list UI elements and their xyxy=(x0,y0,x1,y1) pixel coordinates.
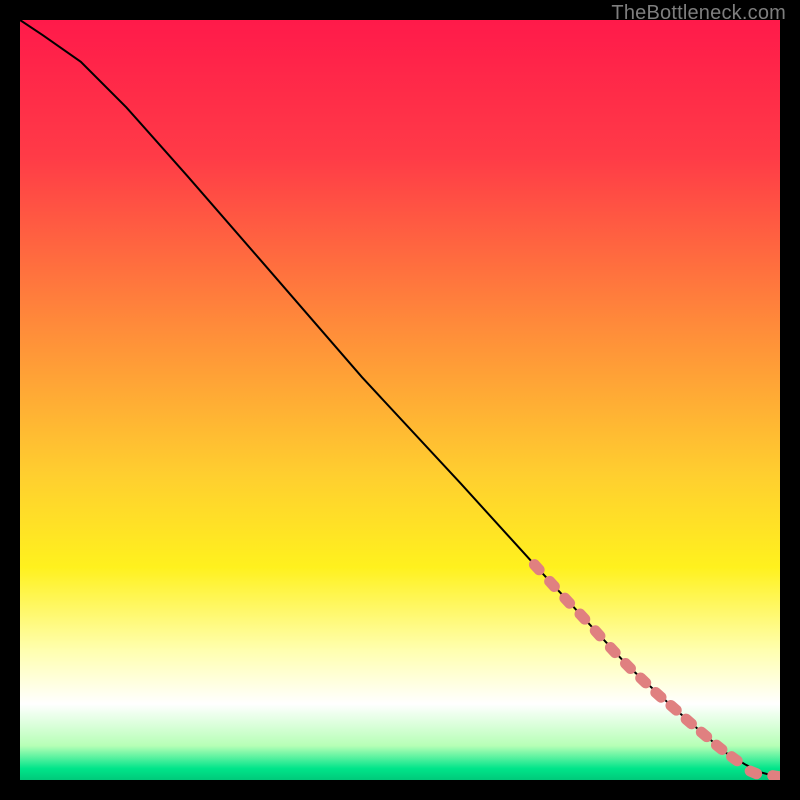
bottleneck-chart xyxy=(20,20,780,780)
gradient-background xyxy=(20,20,780,780)
chart-stage: TheBottleneck.com xyxy=(0,0,800,800)
plot-area xyxy=(20,20,780,780)
